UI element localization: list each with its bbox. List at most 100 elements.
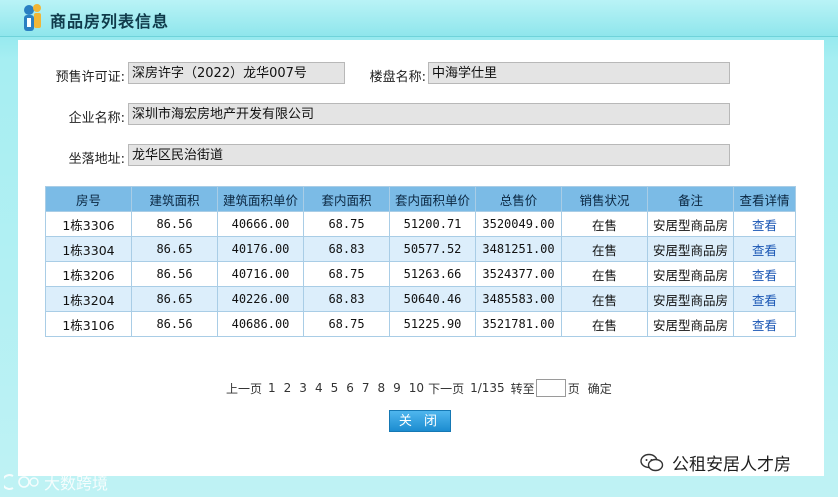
watermark-right-text: 公租安居人才房 bbox=[672, 455, 791, 475]
page-link-1[interactable]: 1 bbox=[268, 381, 276, 395]
col-header-status: 销售状况 bbox=[561, 186, 648, 212]
cell-note: 安居型商品房 bbox=[647, 211, 734, 237]
cell-view: 查看 bbox=[733, 236, 796, 262]
company-field: 深圳市海宏房地产开发有限公司 bbox=[128, 103, 730, 125]
page-link-2[interactable]: 2 bbox=[284, 381, 292, 395]
page-link-10[interactable]: 10 bbox=[409, 381, 424, 395]
col-header-area: 建筑面积 bbox=[131, 186, 218, 212]
pagination: 上一页 1 2 3 4 5 6 7 8 9 10 下一页 1/135 转至 页 … bbox=[226, 378, 618, 398]
cell-area: 86.65 bbox=[131, 286, 218, 312]
col-header-inner-area: 套内面积 bbox=[303, 186, 390, 212]
cell-total: 3481251.00 bbox=[475, 236, 562, 262]
next-page-link[interactable]: 下一页 bbox=[428, 380, 464, 397]
cell-inner-price: 51200.71 bbox=[389, 211, 476, 237]
prev-page-link[interactable]: 上一页 bbox=[226, 380, 262, 397]
page-suffix-label: 页 bbox=[567, 381, 580, 396]
page-link-6[interactable]: 6 bbox=[346, 381, 354, 395]
cell-note: 安居型商品房 bbox=[647, 311, 734, 337]
cell-area-price: 40666.00 bbox=[217, 211, 304, 237]
cell-area-price: 40686.00 bbox=[217, 311, 304, 337]
cell-inner-price: 51225.90 bbox=[389, 311, 476, 337]
cell-view: 查看 bbox=[733, 311, 796, 337]
cell-total: 3524377.00 bbox=[475, 261, 562, 287]
cell-note: 安居型商品房 bbox=[647, 261, 734, 287]
table-row: 1栋3106 86.56 40686.00 68.75 51225.90 352… bbox=[45, 311, 796, 337]
cell-inner-price: 51263.66 bbox=[389, 261, 476, 287]
presale-label: 预售许可证: bbox=[55, 70, 125, 85]
presale-field: 深房许字（2022）龙华007号 bbox=[128, 62, 345, 84]
cell-area-price: 40176.00 bbox=[217, 236, 304, 262]
wechat-icon bbox=[640, 453, 664, 471]
page-jump-input[interactable] bbox=[535, 379, 566, 397]
table-row: 1栋3204 86.65 40226.00 68.83 50640.46 348… bbox=[45, 286, 796, 312]
brand-logo-icon bbox=[4, 474, 39, 490]
cell-status: 在售 bbox=[561, 236, 648, 262]
col-header-inner-price: 套内面积单价 bbox=[389, 186, 476, 212]
presale-row: 预售许可证: 深房许字（2022）龙华007号 楼盘名称: 中海学仕里 bbox=[18, 62, 824, 86]
view-link[interactable]: 查看 bbox=[752, 293, 777, 308]
col-header-note: 备注 bbox=[647, 186, 734, 212]
cell-area: 86.56 bbox=[131, 261, 218, 287]
table-row: 1栋3304 86.65 40176.00 68.83 50577.52 348… bbox=[45, 236, 796, 262]
cell-status: 在售 bbox=[561, 211, 648, 237]
cell-total: 3520049.00 bbox=[475, 211, 562, 237]
col-header-room: 房号 bbox=[45, 186, 132, 212]
title-bar: 商品房列表信息 bbox=[0, 0, 838, 37]
cell-note: 安居型商品房 bbox=[647, 286, 734, 312]
company-label: 企业名称: bbox=[68, 111, 125, 126]
page-link-5[interactable]: 5 bbox=[331, 381, 339, 395]
cell-inner-area: 68.75 bbox=[303, 211, 390, 237]
cell-inner-area: 68.83 bbox=[303, 286, 390, 312]
view-link[interactable]: 查看 bbox=[752, 243, 777, 258]
address-label: 坐落地址: bbox=[68, 152, 125, 167]
cell-room: 1栋3206 bbox=[45, 261, 132, 287]
close-button[interactable]: 关 闭 bbox=[389, 410, 451, 432]
cell-note: 安居型商品房 bbox=[647, 236, 734, 262]
view-link[interactable]: 查看 bbox=[752, 218, 777, 233]
col-header-view: 查看详情 bbox=[733, 186, 796, 212]
cell-view: 查看 bbox=[733, 286, 796, 312]
project-label: 楼盘名称: bbox=[369, 70, 426, 85]
cell-status: 在售 bbox=[561, 261, 648, 287]
housing-table: 房号 建筑面积 建筑面积单价 套内面积 套内面积单价 总售价 销售状况 备注 查… bbox=[45, 186, 796, 337]
cell-room: 1栋3304 bbox=[45, 236, 132, 262]
address-field: 龙华区民治街道 bbox=[128, 144, 730, 166]
cell-inner-price: 50640.46 bbox=[389, 286, 476, 312]
table-row: 1栋3206 86.56 40716.00 68.75 51263.66 352… bbox=[45, 261, 796, 287]
page-link-4[interactable]: 4 bbox=[315, 381, 323, 395]
table-row: 1栋3306 86.56 40666.00 68.75 51200.71 352… bbox=[45, 211, 796, 237]
cell-room: 1栋3106 bbox=[45, 311, 132, 337]
cell-view: 查看 bbox=[733, 261, 796, 287]
goto-label: 转至 bbox=[510, 381, 535, 396]
page-count: 1/135 bbox=[470, 381, 505, 395]
cell-area-price: 40716.00 bbox=[217, 261, 304, 287]
watermark-left-text: 大数跨境 bbox=[44, 474, 109, 493]
view-link[interactable]: 查看 bbox=[752, 268, 777, 283]
cell-inner-area: 68.75 bbox=[303, 261, 390, 287]
project-field: 中海学仕里 bbox=[428, 62, 730, 84]
page-link-3[interactable]: 3 bbox=[299, 381, 307, 395]
watermark-right: 公租安居人才房 bbox=[640, 450, 791, 475]
cell-status: 在售 bbox=[561, 286, 648, 312]
company-row: 企业名称: 深圳市海宏房地产开发有限公司 bbox=[18, 103, 824, 127]
page-link-9[interactable]: 9 bbox=[393, 381, 401, 395]
confirm-jump-button[interactable]: 确定 bbox=[588, 380, 612, 397]
content-panel: 预售许可证: 深房许字（2022）龙华007号 楼盘名称: 中海学仕里 企业名称… bbox=[18, 40, 824, 476]
user-info-icon bbox=[24, 4, 41, 31]
cell-status: 在售 bbox=[561, 311, 648, 337]
cell-total: 3521781.00 bbox=[475, 311, 562, 337]
cell-room: 1栋3306 bbox=[45, 211, 132, 237]
cell-room: 1栋3204 bbox=[45, 286, 132, 312]
table-header-row: 房号 建筑面积 建筑面积单价 套内面积 套内面积单价 总售价 销售状况 备注 查… bbox=[45, 186, 796, 212]
page-link-8[interactable]: 8 bbox=[378, 381, 386, 395]
page-link-7[interactable]: 7 bbox=[362, 381, 370, 395]
view-link[interactable]: 查看 bbox=[752, 318, 777, 333]
col-header-total: 总售价 bbox=[475, 186, 562, 212]
cell-area: 86.56 bbox=[131, 311, 218, 337]
cell-area-price: 40226.00 bbox=[217, 286, 304, 312]
cell-view: 查看 bbox=[733, 211, 796, 237]
cell-total: 3485583.00 bbox=[475, 286, 562, 312]
cell-inner-area: 68.75 bbox=[303, 311, 390, 337]
cell-area: 86.56 bbox=[131, 211, 218, 237]
page-title: 商品房列表信息 bbox=[50, 12, 170, 31]
